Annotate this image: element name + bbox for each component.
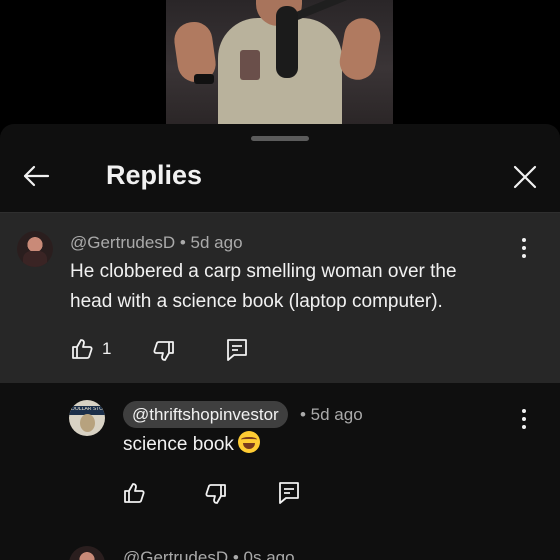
comment-text: He clobbered a carp smelling woman over … <box>70 261 457 312</box>
reply-icon <box>227 339 247 361</box>
avatar[interactable] <box>17 231 53 267</box>
like-button[interactable]: 1 <box>70 337 111 361</box>
comment-author[interactable]: @GertrudesD <box>123 548 228 560</box>
replies-sheet: Replies @GertrudesD • 5d ago He clobbere… <box>0 124 560 560</box>
like-count: 1 <box>102 339 112 358</box>
list-item: @GertrudesD • 0s ago <box>0 544 560 560</box>
comment-time: • 5d ago <box>300 405 363 424</box>
comment-text-content: science book <box>123 434 234 455</box>
back-button[interactable] <box>20 160 52 192</box>
video-watch <box>194 74 214 84</box>
video-frame <box>166 0 393 124</box>
comment-time: • 5d ago <box>179 233 243 252</box>
thumbs-down-icon <box>153 341 174 361</box>
reply-button[interactable] <box>278 481 300 505</box>
thumbs-up-icon <box>124 483 145 503</box>
comment-time: • 0s ago <box>232 548 295 560</box>
arrow-left-icon <box>23 165 50 187</box>
video-shirt-print <box>240 50 260 80</box>
avatar[interactable]: DOLLAR STORE CLUB <box>69 400 105 436</box>
reply-icon <box>279 482 299 504</box>
thumbs-up-icon <box>72 339 93 359</box>
more-options-button[interactable] <box>514 236 534 260</box>
close-button[interactable] <box>508 160 542 194</box>
video-person-arm-right <box>336 15 384 83</box>
laughing-emoji-icon <box>237 431 260 453</box>
close-icon <box>513 165 537 189</box>
dislike-button[interactable] <box>152 339 176 363</box>
thumbs-down-icon <box>205 484 226 504</box>
comment-author[interactable]: @GertrudesD <box>70 233 175 252</box>
parent-comment: @GertrudesD • 5d ago He clobbered a carp… <box>0 213 560 383</box>
avatar-badge-text: DOLLAR STORE CLUB <box>71 407 103 412</box>
video-player[interactable] <box>0 0 560 124</box>
drag-handle[interactable] <box>251 136 309 141</box>
dislike-button[interactable] <box>204 482 228 506</box>
more-options-button[interactable] <box>514 407 534 431</box>
comment-meta: @GertrudesD • 0s ago <box>123 548 295 560</box>
page-title: Replies <box>106 160 203 190</box>
comment-author-chip[interactable]: @thriftshopinvestor <box>123 401 288 428</box>
video-microphone <box>276 6 298 78</box>
avatar[interactable] <box>69 546 105 560</box>
like-button[interactable] <box>122 481 146 505</box>
comment-meta: @GertrudesD • 5d ago <box>70 233 243 253</box>
comment-text: science book <box>123 430 503 460</box>
reply-button[interactable] <box>226 338 248 362</box>
